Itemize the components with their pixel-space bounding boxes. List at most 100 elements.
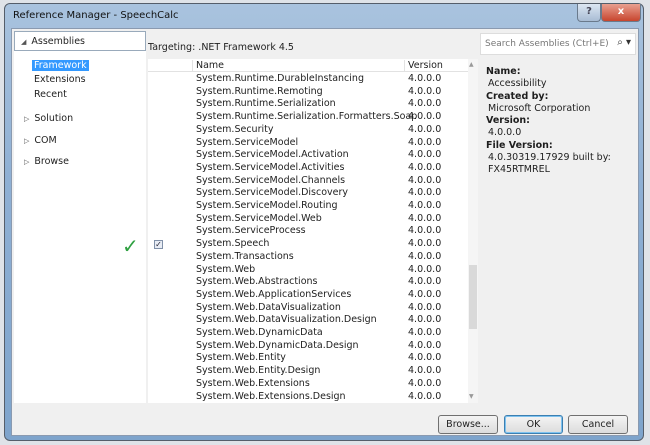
version-label: Version: <box>486 115 530 127</box>
scrollbar-thumb[interactable] <box>469 265 477 329</box>
table-row[interactable]: System.Runtime.Remoting 4.0.0.0 <box>148 86 468 99</box>
ok-button[interactable]: OK <box>504 415 563 434</box>
assembly-name: System.Security <box>196 123 274 135</box>
assembly-name: System.Web.Extensions.Design <box>196 390 346 402</box>
sidebar-group-browse[interactable]: ▷ Browse <box>24 156 69 167</box>
table-row[interactable]: ✓ System.Speech 4.0.0.0 <box>148 238 468 251</box>
table-row[interactable]: System.ServiceModel.Web 4.0.0.0 <box>148 213 468 226</box>
sidebar-header: Assemblies <box>31 36 85 47</box>
assembly-name: System.Web.DynamicData.Design <box>196 339 359 351</box>
list-scrollbar[interactable]: ▲ ▼ <box>468 59 478 403</box>
table-row[interactable]: System.Runtime.Serialization 4.0.0.0 <box>148 98 468 111</box>
assembly-version: 4.0.0.0 <box>408 200 442 211</box>
assembly-name: System.ServiceModel.Web <box>196 212 322 224</box>
table-row[interactable]: System.Web 4.0.0.0 <box>148 264 468 277</box>
assembly-version: 4.0.0.0 <box>408 123 442 135</box>
cancel-button[interactable]: Cancel <box>568 415 628 434</box>
expanded-triangle-icon: ◢ <box>21 38 27 46</box>
sidebar-group-label: Solution <box>34 113 74 124</box>
sidebar-group-com[interactable]: ▷ COM <box>24 135 57 146</box>
table-row[interactable]: System.Web.DynamicData 4.0.0.0 <box>148 327 468 340</box>
assembly-name: System.Speech <box>196 238 270 250</box>
assembly-version: 4.0.0.0 <box>408 238 442 250</box>
sidebar-item-recent[interactable]: Recent <box>34 89 67 100</box>
help-button[interactable]: ? <box>577 4 601 22</box>
table-row[interactable]: System.Web.DataVisualization 4.0.0.0 <box>148 302 468 315</box>
table-row[interactable]: System.Runtime.Serialization.Formatters.… <box>148 111 468 124</box>
sidebar-item-framework[interactable]: Framework <box>32 60 89 71</box>
table-row[interactable]: System.ServiceProcess 4.0.0.0 <box>148 225 468 238</box>
assembly-version: 4.0.0.0 <box>408 365 442 377</box>
table-row[interactable]: System.ServiceModel.Activities 4.0.0.0 <box>148 162 468 175</box>
assembly-version: 4.0.0.0 <box>408 250 442 262</box>
table-row[interactable]: System.Web.Extensions.Design 4.0.0.0 <box>148 391 468 404</box>
browse-button[interactable]: Browse... <box>438 415 498 434</box>
table-row[interactable]: System.ServiceModel.Routing 4.0.0.0 <box>148 200 468 213</box>
search-input[interactable]: Search Assemblies (Ctrl+E) ⌕ ▾ <box>480 33 636 55</box>
assembly-version: 4.0.0.0 <box>408 225 442 237</box>
assembly-name: System.Web.Entity <box>196 352 286 364</box>
assembly-name: System.ServiceModel <box>196 136 299 148</box>
table-row[interactable]: System.Runtime.DurableInstancing 4.0.0.0 <box>148 73 468 86</box>
table-row[interactable]: System.ServiceModel 4.0.0.0 <box>148 137 468 150</box>
targeting-label: Targeting: .NET Framework 4.5 <box>148 42 294 53</box>
collapsed-triangle-icon: ▷ <box>24 115 30 123</box>
assembly-name: System.Runtime.Serialization <box>196 98 336 110</box>
green-checkmark-icon: ✓ <box>122 234 139 258</box>
table-row[interactable]: System.ServiceModel.Activation 4.0.0.0 <box>148 149 468 162</box>
assembly-details: Name: Accessibility Created by: Microsof… <box>486 66 611 177</box>
assembly-version: 4.0.0.0 <box>408 136 442 148</box>
assembly-name: System.Runtime.Serialization.Formatters.… <box>196 111 418 123</box>
created-label: Created by: <box>486 90 549 102</box>
assembly-name: System.Transactions <box>196 250 294 262</box>
assembly-version: 4.0.0.0 <box>408 111 442 123</box>
scroll-down-icon[interactable]: ▼ <box>469 393 474 400</box>
assembly-version: 4.0.0.0 <box>408 98 442 110</box>
file-build-value: FX45RTMREL <box>488 164 550 176</box>
assembly-version: 4.0.0.0 <box>408 288 442 300</box>
assembly-name: System.Web.DataVisualization.Design <box>196 314 377 326</box>
column-header-version[interactable]: Version <box>404 60 468 72</box>
assembly-version: 4.0.0.0 <box>408 149 442 161</box>
table-row[interactable]: System.Web.Extensions 4.0.0.0 <box>148 378 468 391</box>
assembly-name: System.Web.Entity.Design <box>196 365 321 377</box>
version-value: 4.0.0.0 <box>488 127 522 139</box>
assembly-name: System.Web.Abstractions <box>196 276 318 288</box>
sidebar-group-label: Browse <box>34 156 69 167</box>
assembly-version: 4.0.0.0 <box>408 212 442 224</box>
list-header: Name Version <box>148 59 468 72</box>
table-row[interactable]: System.Web.Entity.Design 4.0.0.0 <box>148 365 468 378</box>
assembly-name: System.Web.ApplicationServices <box>196 288 352 300</box>
row-checkbox[interactable]: ✓ <box>154 240 163 250</box>
table-row[interactable]: System.ServiceModel.Discovery 4.0.0.0 <box>148 187 468 200</box>
sidebar-group-solution[interactable]: ▷ Solution <box>24 113 73 124</box>
table-row[interactable]: System.Web.ApplicationServices 4.0.0.0 <box>148 289 468 302</box>
scroll-up-icon[interactable]: ▲ <box>469 61 474 68</box>
close-button[interactable]: x <box>601 4 641 22</box>
sidebar: ◢ Assemblies Framework Extensions Recent … <box>14 31 146 403</box>
sidebar-group-assemblies[interactable]: ◢ Assemblies <box>14 31 146 51</box>
assembly-name: System.Runtime.Remoting <box>196 85 323 97</box>
column-header-name[interactable]: Name <box>192 60 404 72</box>
search-icon[interactable]: ⌕ ▾ <box>617 37 631 48</box>
assembly-version: 4.0.0.0 <box>408 161 442 173</box>
assembly-version: 4.0.0.0 <box>408 187 442 199</box>
assembly-name: System.Web.Extensions <box>196 377 310 389</box>
table-row[interactable]: System.ServiceModel.Channels 4.0.0.0 <box>148 175 468 188</box>
assembly-version: 4.0.0.0 <box>408 301 442 313</box>
file-version-value: 4.0.30319.17929 built by: <box>488 152 611 164</box>
table-row[interactable]: System.Web.DataVisualization.Design 4.0.0… <box>148 314 468 327</box>
collapsed-triangle-icon: ▷ <box>24 158 30 166</box>
sidebar-item-extensions[interactable]: Extensions <box>34 74 86 85</box>
assembly-name: System.ServiceModel.Routing <box>196 200 338 211</box>
table-row[interactable]: System.Web.Abstractions 4.0.0.0 <box>148 276 468 289</box>
window-title: Reference Manager - SpeechCalc <box>13 10 179 21</box>
table-row[interactable]: System.Web.DynamicData.Design 4.0.0.0 <box>148 340 468 353</box>
table-row[interactable]: System.Security 4.0.0.0 <box>148 124 468 137</box>
table-row[interactable]: System.Web.Entity 4.0.0.0 <box>148 352 468 365</box>
assembly-version: 4.0.0.0 <box>408 314 442 326</box>
assembly-name: System.ServiceModel.Channels <box>196 174 346 186</box>
table-row[interactable]: System.Transactions 4.0.0.0 <box>148 251 468 264</box>
assembly-version: 4.0.0.0 <box>408 276 442 288</box>
assembly-version: 4.0.0.0 <box>408 327 442 338</box>
